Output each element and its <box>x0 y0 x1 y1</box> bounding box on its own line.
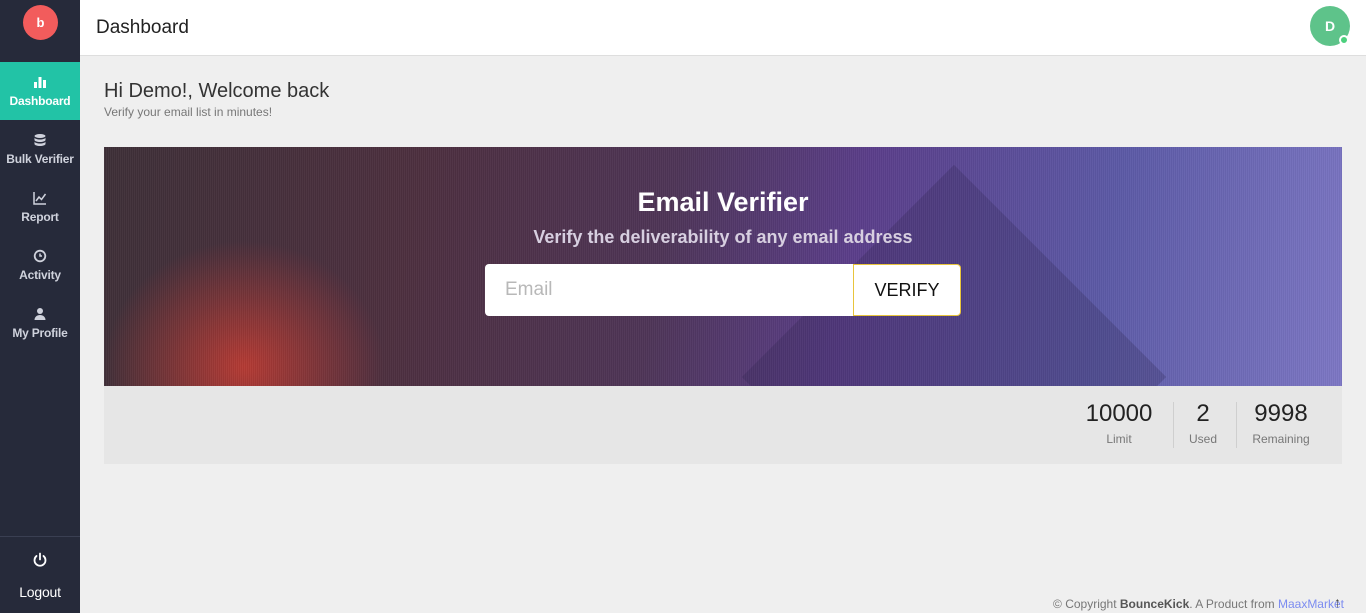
sidebar-item-label: Activity <box>19 267 61 282</box>
email-input[interactable] <box>485 264 854 316</box>
sidebar-item-label: Bulk Verifier <box>6 151 74 166</box>
stat-label: Remaining <box>1252 432 1310 446</box>
footer-prefix: © Copyright <box>1053 597 1120 611</box>
user-icon <box>34 307 46 320</box>
sidebar-divider <box>0 536 80 537</box>
logout-label: Logout <box>19 583 61 600</box>
sidebar-item-label: Dashboard <box>9 93 71 108</box>
online-status-dot <box>1339 35 1349 45</box>
sidebar-item-label: Report <box>21 209 59 224</box>
stat-limit: 10000 Limit <box>1082 400 1156 446</box>
app-logo[interactable]: b <box>23 5 58 40</box>
stat-value: 2 <box>1196 400 1210 427</box>
scroll-top-arrow-icon[interactable]: ↑ <box>1334 594 1341 610</box>
sidebar: b Dashboard Bulk Verifier Report Activit… <box>0 0 80 613</box>
sidebar-item-dashboard[interactable]: Dashboard <box>0 62 80 120</box>
bar-chart-icon <box>34 76 46 88</box>
stat-label: Limit <box>1106 432 1132 446</box>
footer-copyright: © Copyright BounceKick. A Product from M… <box>1053 597 1344 611</box>
verifier-subtitle: Verify the deliverability of any email a… <box>533 227 913 247</box>
top-header: Dashboard D <box>80 0 1366 56</box>
sidebar-item-label: My Profile <box>12 325 68 340</box>
clock-icon <box>33 249 47 262</box>
page-title: Dashboard <box>96 17 189 38</box>
stat-value: 10000 <box>1085 400 1153 427</box>
welcome-subtitle: Verify your email list in minutes! <box>104 105 273 119</box>
usage-stats: 10000 Limit 2 Used 9998 Remaining <box>104 386 1342 464</box>
stat-divider <box>1236 402 1237 448</box>
sidebar-item-report[interactable]: Report <box>0 178 80 236</box>
stat-remaining: 9998 Remaining <box>1244 400 1318 446</box>
database-icon <box>34 133 46 146</box>
stat-divider <box>1173 402 1174 448</box>
welcome-heading: Hi Demo!, Welcome back <box>104 80 330 102</box>
power-icon <box>33 552 47 567</box>
sidebar-item-activity[interactable]: Activity <box>0 236 80 294</box>
sidebar-item-my-profile[interactable]: My Profile <box>0 294 80 352</box>
stat-label: Used <box>1188 432 1217 446</box>
verify-button[interactable]: VERIFY <box>853 264 961 316</box>
verifier-title: Email Verifier <box>637 187 809 217</box>
email-verifier-banner: Email Verifier Verify the deliverability… <box>104 147 1342 386</box>
footer-middle: . A Product from <box>1189 597 1278 611</box>
stat-used: 2 Used <box>1178 400 1228 446</box>
footer-brand: BounceKick <box>1119 597 1190 611</box>
stat-value: 9998 <box>1254 400 1308 427</box>
logout-button[interactable]: Logout <box>0 538 80 613</box>
sidebar-item-bulk-verifier[interactable]: Bulk Verifier <box>0 120 80 178</box>
line-chart-icon <box>33 191 47 205</box>
